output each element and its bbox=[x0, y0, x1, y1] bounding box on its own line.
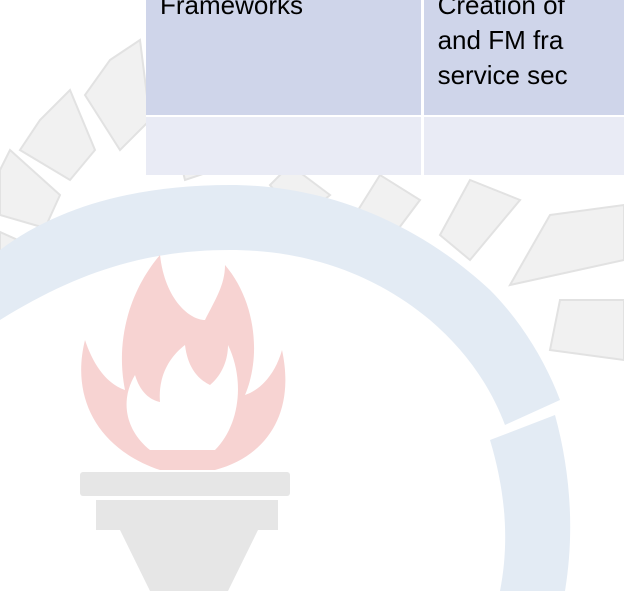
table-cell-topic: Frameworks bbox=[146, 0, 424, 117]
table-row: Frameworks Creation of and FM fra servic… bbox=[146, 0, 624, 117]
table-cell-empty bbox=[146, 116, 424, 175]
torch-flame bbox=[81, 255, 286, 470]
table-row bbox=[146, 116, 624, 175]
cell-text-line: and FM fra bbox=[437, 25, 564, 55]
table-cell-description: Creation of and FM fra service sec bbox=[422, 0, 624, 117]
cell-text-line: Creation of bbox=[437, 0, 565, 20]
table-cell-empty bbox=[422, 116, 624, 175]
document-page: Frameworks Creation of and FM fra servic… bbox=[0, 0, 624, 591]
content-table: Frameworks Creation of and FM fra servic… bbox=[146, 0, 624, 175]
cell-text-line: service sec bbox=[437, 60, 568, 90]
emblem-ring-lower bbox=[490, 415, 571, 591]
torch-handle bbox=[80, 472, 290, 591]
cell-text-line: Frameworks bbox=[160, 0, 304, 20]
